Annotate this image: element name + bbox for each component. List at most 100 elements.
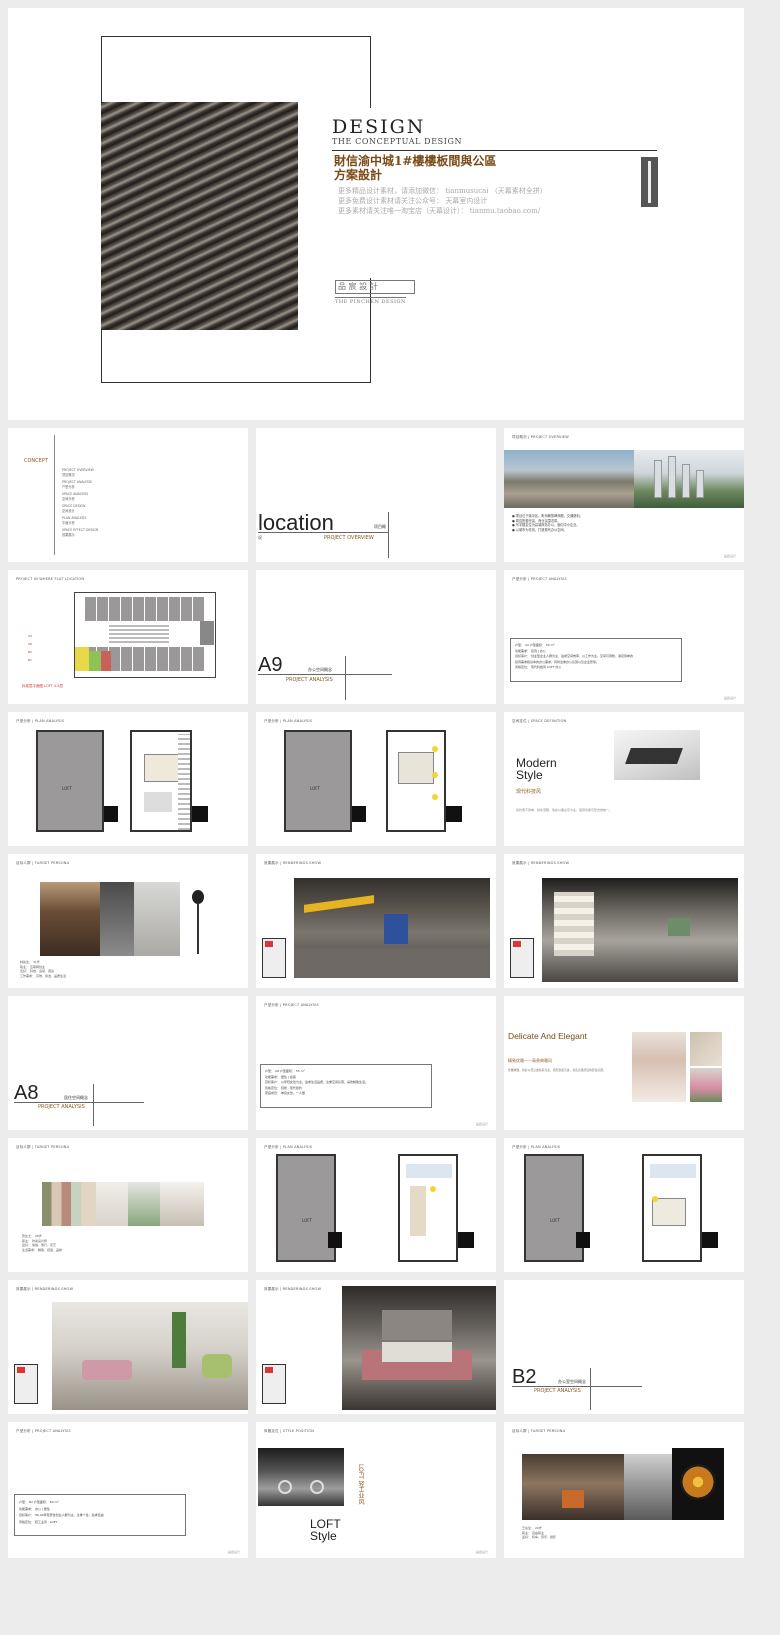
b2-analysis-box: 户型： B2 户型面积： 60 m² 功能需求： 办公 | 居住 目标客户： 8… [14, 1494, 186, 1536]
persona-header: 目标人群 | TARGET PERSONA [16, 1145, 70, 1149]
a9-rule [258, 674, 392, 675]
cover-logo-text: THE PINCHEN DESIGN [335, 297, 406, 305]
column-block [328, 1232, 342, 1248]
plan-header: 户型分析 | PLAN ANALYSIS [16, 719, 65, 723]
loft-header: 风格定位 | STYLE POSITION [264, 1429, 315, 1433]
flowers-image [690, 1068, 722, 1102]
bike-bw-image [624, 1454, 672, 1520]
tablet-image [614, 730, 700, 780]
column-block [104, 806, 118, 822]
analysis-line: 家庭成员： 单身女性，一人居 [265, 1091, 305, 1095]
render-header: 效果展示 | RENDERINGS SHOW [264, 1287, 322, 1291]
plan-label: LOFT [62, 786, 72, 791]
persona-header: 目标人群 | TARGET PERSONA [16, 861, 70, 865]
a9-analysis-box: 户型： A9 户型面积： 50 m² 功能需求： 接待 | 办公 目标客户： 创… [510, 638, 682, 682]
rendering-living-page: 效果展示 | RENDERINGS SHOW [8, 1280, 248, 1414]
concept-page: CONCEPT PROJECT OVERVIEW 项目概况 PROJECT AN… [8, 428, 248, 562]
location-plan-page: PROJECT IN WHERE FLAT LOCATION A9 A8 B2 … [8, 570, 248, 704]
legend-a9: A9 [28, 634, 32, 638]
lamp-image [96, 1182, 128, 1226]
concept-title: CONCEPT [24, 458, 48, 464]
plan-label: LOFT [310, 786, 320, 791]
modern-style-page: 空间定位 | SPACE DEFINITION Modern Style 现代科… [504, 712, 744, 846]
mini-plan [510, 938, 534, 978]
loft-plan-lower [284, 730, 352, 832]
loft-title: LOFT Style [310, 1518, 341, 1542]
concept-item: 效果展示 [62, 533, 75, 537]
column-block [446, 806, 462, 822]
cover-conceptual-subtitle: THE CONCEPTUAL DESIGN [332, 137, 463, 146]
loft-plan-lower [524, 1154, 584, 1262]
loft-plan-upper [642, 1154, 702, 1262]
living-render-image [52, 1302, 248, 1410]
loft-plan-upper [398, 1154, 458, 1262]
loft-cn-vertical: LOFT 轻工业风 [357, 1464, 364, 1505]
concept-item: 平面分析 [62, 521, 75, 525]
delicate-desc: 优雅精致，色彩以莫兰迪色系为主，搭配金属元素，营造高级舒适的居住氛围。 [508, 1068, 606, 1072]
unit-a9-highlight [75, 647, 89, 671]
modern-title-line2: Style [516, 768, 543, 782]
loft-motorcycle-image [258, 1448, 344, 1506]
footer-brand: 品宸设计 [723, 696, 736, 700]
column-block [192, 806, 208, 822]
a9-rule-v [345, 656, 346, 700]
location-rule-v [388, 512, 389, 558]
tablet-desk-image [134, 882, 180, 956]
footer-brand: 品宸设计 [475, 1122, 488, 1126]
analysis-line: 风格定位： 现代科技风 LOFT 办公 [515, 665, 562, 669]
a9-analysis-page: 户型分析 | PROJECT ANALYSIS 户型： A9 户型面积： 50 … [504, 570, 744, 704]
persona-line: 生活需求： 精致、舒适、品味 [22, 1247, 62, 1252]
woman-image [632, 1032, 686, 1102]
persona-loft-page: 目标人群 | TARGET PERSONA 王先生： 29岁 职业： 自由职业 … [504, 1422, 744, 1558]
persona-office-page: 目标人群 | TARGET PERSONA 林先生： 31岁 职业： 互联网创业… [8, 854, 248, 988]
analysis-line: 风格定位： 轻工业风 · LOFT [19, 1519, 58, 1524]
modern-header: 空间定位 | SPACE DEFINITION [512, 719, 567, 723]
cover-info-line: 更多素材请关注唯一淘宝店（天幕设计）： tianmu.taobao.com/ [338, 207, 541, 215]
vinyl-image [672, 1448, 724, 1520]
office-render-image [294, 878, 490, 978]
cover-title-line2: 方案設計 [334, 168, 383, 182]
column-block [576, 1232, 590, 1248]
rendering-bedroom-page: 效果展示 | RENDERINGS SHOW [256, 1280, 496, 1414]
cover-vertical-bar [641, 157, 658, 207]
overview-line: ● 项目位于渝中区，毗邻解放碑商圈，交通便利。 [512, 514, 583, 518]
mini-plan [262, 938, 286, 978]
footer-brand: 品宸设计 [227, 1550, 240, 1554]
overview-page: 项目概况 | PROJECT OVERVIEW ● 项目位于渝中区，毗邻解放碑商… [504, 428, 744, 562]
concept-list: PROJECT OVERVIEW 项目概况 PROJECT ANALYSIS 户… [62, 468, 98, 538]
mini-plan [262, 1364, 286, 1404]
location-rule [258, 532, 388, 533]
persona-line: 爱好： 瑜伽、旅行、花艺 [22, 1243, 56, 1247]
plan-note: 标准层平面图 LOFT 4.5层 [22, 684, 63, 688]
bedroom-render-image [342, 1286, 496, 1410]
plan-header: 户型分析 | PLAN ANALYSIS [512, 1145, 561, 1149]
persona-text: 林先生： 31岁 职业： 互联网创业 爱好： 科技、运动、阅读 工作需求： 高效… [20, 960, 66, 978]
floor-plan [74, 592, 216, 678]
modern-desc: 简约而不简单，线条流畅，色彩以黑白灰为主，强调功能与形式的统一。 [516, 808, 613, 812]
loft-title-line2: Style [310, 1529, 337, 1543]
column-block [458, 1232, 474, 1248]
a8-analysis-box: 户型： A8 户型面积： 55 m² 功能需求： 居住 | 会客 目标客户： 以… [260, 1064, 432, 1108]
column-block [352, 806, 366, 822]
persona-line: 爱好： 机车、音乐、摄影 [522, 1535, 556, 1539]
a9-cn: 办公空间概念 [308, 667, 332, 672]
office-render-image-2 [542, 878, 738, 982]
concept-item: 项目概况 [62, 473, 75, 477]
mini-plan [14, 1364, 38, 1404]
delicate-page: Delicate And Elegant 精致优雅——高贵典雅风 优雅精致，色彩… [504, 996, 744, 1130]
b2-rule [512, 1386, 642, 1387]
plant-image [128, 1182, 160, 1226]
swatch-image [690, 1032, 722, 1066]
a8-cn: 居住空间概念 [64, 1095, 88, 1100]
loft-plan-lower [276, 1154, 336, 1262]
cover-wood-image [101, 102, 298, 330]
delicate-title: Delicate And Elegant [508, 1031, 587, 1041]
a9-plan-page-2: 户型分析 | PLAN ANALYSIS LOFT [256, 712, 496, 846]
unit-a8-highlight [89, 651, 101, 671]
column-block [702, 1232, 718, 1248]
loft-plan-upper [130, 730, 192, 832]
loft-plan-lower [36, 730, 104, 832]
unit-b2-highlight [101, 651, 111, 671]
garage-image [522, 1454, 624, 1520]
overview-header: 项目概况 | PROJECT OVERVIEW [512, 435, 569, 439]
